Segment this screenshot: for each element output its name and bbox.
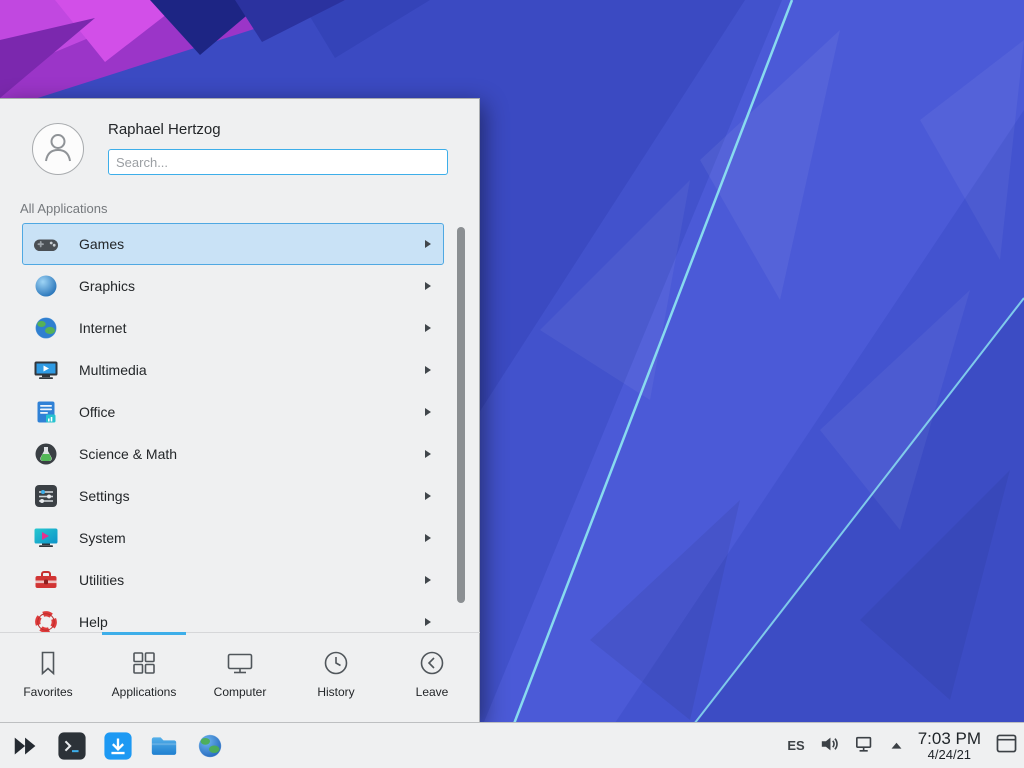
submenu-arrow-icon xyxy=(425,366,431,374)
tab-label: Applications xyxy=(112,685,177,699)
submenu-arrow-icon xyxy=(425,450,431,458)
kali-launcher-icon xyxy=(11,731,41,761)
monitor-play-icon xyxy=(33,357,59,383)
submenu-arrow-icon xyxy=(425,492,431,500)
tab-leave[interactable]: Leave xyxy=(384,633,480,722)
tab-label: History xyxy=(317,685,354,699)
volume-button[interactable] xyxy=(820,734,840,757)
category-label: Utilities xyxy=(79,572,124,588)
terminal-launcher-button[interactable] xyxy=(55,729,88,762)
category-label: Internet xyxy=(79,320,126,336)
tab-favorites[interactable]: Favorites xyxy=(0,633,96,722)
sliders-icon xyxy=(33,483,59,509)
software-center-icon xyxy=(103,731,133,761)
globe-icon xyxy=(33,315,59,341)
taskbar: ES xyxy=(0,722,1024,768)
category-settings[interactable]: Settings xyxy=(22,475,444,517)
submenu-arrow-icon xyxy=(425,576,431,584)
submenu-arrow-icon xyxy=(425,240,431,248)
submenu-arrow-icon xyxy=(425,408,431,416)
category-games[interactable]: Games xyxy=(22,223,444,265)
category-label: Settings xyxy=(79,488,130,504)
category-label: Science & Math xyxy=(79,446,177,462)
caret-up-icon xyxy=(890,738,903,753)
network-icon xyxy=(855,734,875,757)
category-multimedia[interactable]: Multimedia xyxy=(22,349,444,391)
paint-sphere-icon xyxy=(33,273,59,299)
user-icon xyxy=(38,127,78,172)
tray-expander-button[interactable] xyxy=(890,738,903,753)
category-science-math[interactable]: Science & Math xyxy=(22,433,444,475)
show-desktop-icon xyxy=(996,734,1017,756)
taskbar-launchers xyxy=(0,729,226,762)
volume-icon xyxy=(820,734,840,757)
clock[interactable]: 7:03 PM 4/24/21 xyxy=(918,729,981,763)
tab-applications[interactable]: Applications xyxy=(96,633,192,722)
lifebuoy-icon xyxy=(33,609,59,633)
submenu-arrow-icon xyxy=(425,534,431,542)
launcher-tabbar: Favorites Applications Computer xyxy=(0,632,480,722)
clock-icon xyxy=(321,648,351,678)
gamepad-icon xyxy=(33,231,59,257)
category-label: Help xyxy=(79,614,108,630)
category-label: Games xyxy=(79,236,124,252)
toolbox-icon xyxy=(33,567,59,593)
submenu-arrow-icon xyxy=(425,324,431,332)
system-monitor-icon xyxy=(33,525,59,551)
category-list: Games Graphics xyxy=(0,223,480,633)
keyboard-layout-indicator[interactable]: ES xyxy=(787,738,804,753)
computer-icon xyxy=(225,648,255,678)
application-launcher: Raphael Hertzog All Applications Games xyxy=(0,98,480,722)
category-label: Multimedia xyxy=(79,362,147,378)
submenu-arrow-icon xyxy=(425,282,431,290)
network-button[interactable] xyxy=(855,734,875,757)
category-label: Office xyxy=(79,404,115,420)
web-browser-launcher-button[interactable] xyxy=(193,729,226,762)
file-manager-icon xyxy=(149,731,179,761)
search-input[interactable] xyxy=(108,149,448,175)
system-tray: ES xyxy=(787,729,1024,763)
category-label: Graphics xyxy=(79,278,135,294)
software-center-launcher-button[interactable] xyxy=(101,729,134,762)
user-name: Raphael Hertzog xyxy=(108,121,221,138)
grid-icon xyxy=(129,648,159,678)
category-help[interactable]: Help xyxy=(22,601,444,633)
tab-computer[interactable]: Computer xyxy=(192,633,288,722)
category-label: System xyxy=(79,530,126,546)
flask-icon xyxy=(33,441,59,467)
tab-label: Favorites xyxy=(23,685,72,699)
scrollbar[interactable] xyxy=(457,227,465,603)
show-desktop-button[interactable] xyxy=(996,734,1017,756)
web-browser-icon xyxy=(195,731,225,761)
clock-date: 4/24/21 xyxy=(918,748,981,763)
bookmark-icon xyxy=(33,648,63,678)
category-graphics[interactable]: Graphics xyxy=(22,265,444,307)
clock-time: 7:03 PM xyxy=(918,729,981,748)
category-internet[interactable]: Internet xyxy=(22,307,444,349)
category-office[interactable]: Office xyxy=(22,391,444,433)
submenu-arrow-icon xyxy=(425,618,431,626)
section-label: All Applications xyxy=(20,201,107,216)
leave-icon xyxy=(417,648,447,678)
category-utilities[interactable]: Utilities xyxy=(22,559,444,601)
terminal-icon xyxy=(57,731,87,761)
file-manager-launcher-button[interactable] xyxy=(147,729,180,762)
document-icon xyxy=(33,399,59,425)
tab-label: Computer xyxy=(214,685,267,699)
category-system[interactable]: System xyxy=(22,517,444,559)
avatar[interactable] xyxy=(32,123,84,175)
tab-history[interactable]: History xyxy=(288,633,384,722)
app-launcher-button[interactable] xyxy=(9,729,42,762)
tab-label: Leave xyxy=(416,685,449,699)
desktop: Raphael Hertzog All Applications Games xyxy=(0,0,1024,768)
